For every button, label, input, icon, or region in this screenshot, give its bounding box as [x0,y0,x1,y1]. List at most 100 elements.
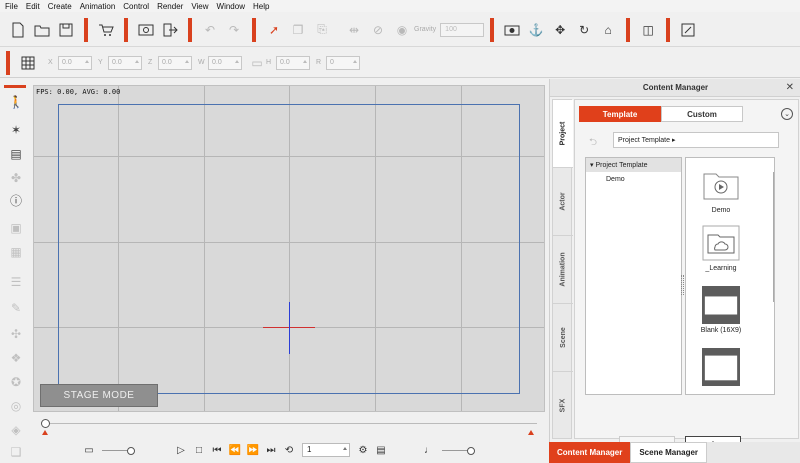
save-icon[interactable] [56,20,76,40]
timeline-playhead[interactable] [41,419,50,428]
side-tab-sfx[interactable]: SFX [553,372,573,438]
input-h[interactable]: 0.0 [276,55,310,70]
menu-file[interactable]: File [2,2,23,11]
home-icon[interactable]: ⌂ [598,20,618,40]
tab-content-manager[interactable]: Content Manager [549,442,631,463]
volume-slider[interactable] [442,446,475,455]
collapse-icon[interactable]: ⌄ [781,108,793,120]
close-icon[interactable]: ✕ [786,82,794,93]
side-tab-actor[interactable]: Actor [553,168,573,236]
morph-icon[interactable]: ❖ [6,349,26,367]
layer-icon[interactable]: ▤ [6,145,26,163]
input-z[interactable]: 0.0 [158,55,192,70]
align-icon[interactable]: ⊘ [368,20,388,40]
input-w[interactable]: 0.0 [208,55,242,70]
side-tab-scene[interactable]: Scene [553,304,573,372]
copy-icon[interactable]: ❐ [288,20,308,40]
tab-custom[interactable]: Custom [661,106,743,122]
menu-help[interactable]: Help [250,2,274,11]
menu-view[interactable]: View [188,2,213,11]
stage-mode-button[interactable]: STAGE MODE [40,384,158,407]
breadcrumb[interactable]: Project Template ▸ [613,132,779,148]
flip-icon[interactable]: ⇹ [344,20,364,40]
first-frame-icon[interactable]: ⏮ [208,442,226,458]
last-frame-icon[interactable]: ⏭ [262,442,280,458]
link-actor-icon[interactable]: ✣ [6,325,26,343]
audio-note-icon[interactable]: ♩ [420,442,438,458]
back-icon[interactable]: ⮌ [589,135,597,152]
grid-icon[interactable] [18,53,38,73]
side-tab-animation[interactable]: Animation [553,236,573,304]
undo-icon[interactable]: ↶ [200,20,220,40]
pose-icon[interactable]: ✶ [6,121,26,139]
stage-viewport[interactable]: FPS: 0.00, AVG: 0.00 STAGE MODE [33,85,545,412]
move-icon[interactable]: ✥ [550,20,570,40]
info-icon[interactable]: ⓘ [6,191,26,209]
paste-icon[interactable]: ⎘ [312,20,332,40]
thumb-learning[interactable]: _Learning [700,224,742,272]
split-icon[interactable]: ◫ [638,20,658,40]
caption-icon[interactable]: ▭ [80,442,98,458]
stack-icon[interactable]: ❑ [6,443,26,461]
script-icon[interactable] [678,20,698,40]
tab-template[interactable]: Template [579,106,661,122]
tab-scene-manager[interactable]: Scene Manager [630,442,708,463]
panel-icon[interactable]: ▦ [6,243,26,261]
input-y[interactable]: 0.0 [108,55,142,70]
field-r: R0 [316,55,360,70]
timeline-view-icon[interactable]: ▤ [372,442,390,458]
bottom-tabs: Content Manager Scene Manager [549,442,800,463]
settings-gear-icon[interactable]: ⚙ [354,442,372,458]
new-file-icon[interactable] [8,20,28,40]
field-w: W 0.0 [198,55,242,70]
record-icon[interactable]: ◎ [6,397,26,415]
frame-input[interactable]: 1 [302,443,350,457]
thumb-blank-4x3[interactable] [700,348,742,389]
bone-icon[interactable]: ✎ [6,299,26,317]
motion-icon[interactable]: ✪ [6,373,26,391]
menu-animation[interactable]: Animation [77,2,121,11]
side-tab-project[interactable]: Project [553,100,573,168]
play-icon[interactable]: ▷ [172,442,190,458]
next-key-icon[interactable]: ⏩ [244,442,262,458]
input-r[interactable]: 0 [326,55,360,70]
thumb-scrollbar[interactable] [773,172,774,302]
link-icon[interactable]: ▭ [250,53,264,73]
tree-root-item[interactable]: ▾ Project Template [586,158,681,172]
open-folder-icon[interactable] [32,20,52,40]
export-icon[interactable] [160,20,180,40]
eye-icon[interactable]: ◉ [392,20,412,40]
toolbar-separator [84,17,88,42]
menu-window[interactable]: Window [214,2,250,11]
anchor-icon[interactable]: ⚓ [526,20,546,40]
prev-key-icon[interactable]: ⏪ [226,442,244,458]
cart-icon[interactable] [96,20,116,40]
rotate-icon[interactable]: ↻ [574,20,594,40]
timeline-track[interactable] [45,423,537,424]
loop-icon[interactable]: ⟲ [280,442,298,458]
stop-icon[interactable]: □ [190,442,208,458]
camera-icon[interactable] [502,20,522,40]
puppet-icon[interactable]: ✤ [6,169,26,187]
gravity-input[interactable]: 100 [440,22,485,37]
menu-edit[interactable]: Edit [23,2,45,11]
caption-slider[interactable] [102,446,135,455]
actor-icon[interactable]: 🚶 [6,93,26,111]
align-left-icon[interactable]: ☰ [6,273,26,291]
thumb-blank-16x9[interactable]: Blank (16X9) [700,286,742,334]
tree-item-demo[interactable]: Demo [586,172,681,187]
preview-icon[interactable] [136,20,156,40]
redo-icon[interactable]: ↷ [224,20,244,40]
pane-splitter[interactable] [681,275,684,295]
menu-control[interactable]: Control [120,2,154,11]
select-arrow-icon[interactable]: ➚ [264,20,284,40]
fps-readout: FPS: 0.00, AVG: 0.00 [36,88,121,96]
end-marker[interactable] [528,430,534,435]
menu-render[interactable]: Render [154,2,188,11]
start-marker[interactable] [42,430,48,435]
input-x[interactable]: 0.0 [58,55,92,70]
menu-create[interactable]: Create [45,2,77,11]
image-icon[interactable]: ▣ [6,219,26,237]
thumb-demo[interactable]: Demo [700,166,742,214]
mask-icon[interactable]: ◈ [6,421,26,439]
